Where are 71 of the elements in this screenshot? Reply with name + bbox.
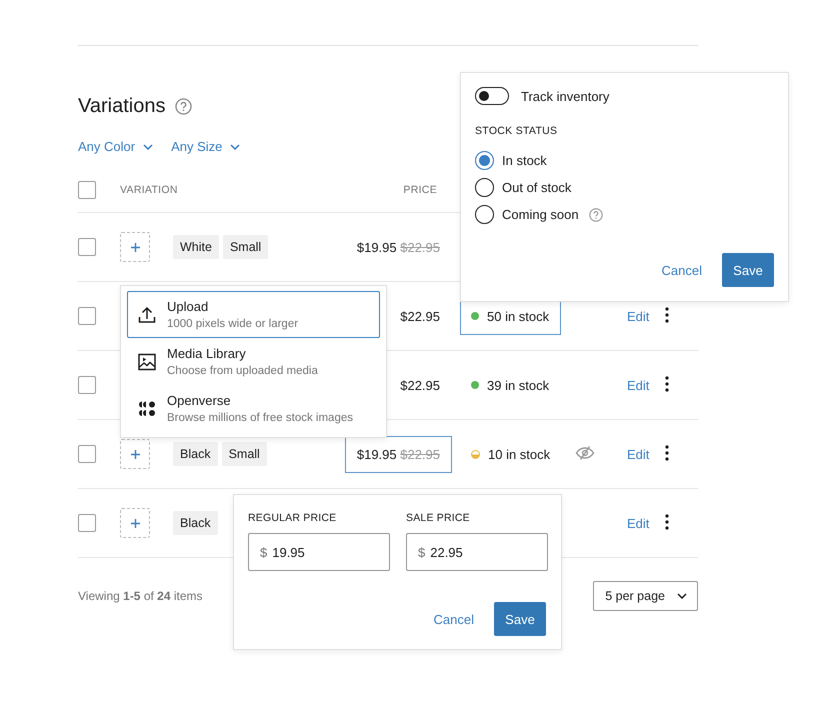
chevron-down-icon <box>143 144 154 150</box>
per-page-select[interactable]: 5 per page <box>593 581 698 611</box>
select-all-checkbox[interactable] <box>78 180 96 198</box>
menu-item-title: Upload <box>167 299 210 314</box>
price-field[interactable]: $22.95 <box>388 366 452 404</box>
openverse-icon <box>137 398 157 418</box>
eye-off-icon[interactable] <box>575 444 595 460</box>
stock-field[interactable]: 10 in stock <box>460 436 562 472</box>
price-field[interactable]: $22.95 <box>388 298 452 334</box>
plus-icon <box>130 518 140 528</box>
menu-item-description: Choose from uploaded media <box>167 365 318 377</box>
add-image-button[interactable] <box>120 508 150 538</box>
price-field[interactable]: $19.95 $22.95 <box>344 228 452 266</box>
chevron-down-icon <box>230 144 240 150</box>
edit-link[interactable]: Edit <box>615 516 650 530</box>
edit-link[interactable]: Edit <box>615 378 650 392</box>
upload-icon <box>137 304 157 324</box>
edit-link[interactable]: Edit <box>615 446 650 462</box>
menu-item[interactable]: Upload 1000 pixels wide or larger <box>127 291 380 338</box>
cancel-button[interactable]: Cancel <box>662 262 702 278</box>
more-options-icon[interactable] <box>665 514 669 530</box>
attribute-tag: White <box>173 235 219 259</box>
row-checkbox[interactable] <box>78 376 96 394</box>
plus-icon <box>130 450 140 458</box>
row-checkbox[interactable] <box>78 514 96 532</box>
more-options-icon[interactable] <box>665 444 669 460</box>
more-options-icon[interactable] <box>665 376 669 392</box>
attribute-tag: Black <box>173 511 218 535</box>
row-checkbox[interactable] <box>78 445 96 463</box>
menu-item[interactable]: Media Library Choose from uploaded media <box>127 338 380 385</box>
menu-item-title: Media Library <box>167 346 247 361</box>
save-button[interactable]: Save <box>722 253 774 287</box>
toggle-label: Track inventory <box>521 88 610 104</box>
row-checkbox[interactable] <box>78 307 96 325</box>
add-image-button[interactable] <box>120 232 150 262</box>
field-label: SALE PRICE <box>406 512 471 524</box>
section-heading: STOCK STATUS <box>475 125 558 137</box>
radio-button[interactable] <box>475 151 494 170</box>
radio-label: Coming soon <box>502 207 579 222</box>
menu-item[interactable]: Openverse Browse millions of free stock images <box>127 385 380 432</box>
price-input[interactable]: $ 19.95 <box>248 533 390 571</box>
price-input[interactable]: $ 22.95 <box>406 533 548 571</box>
radio-button[interactable] <box>475 178 494 197</box>
edit-link[interactable]: Edit <box>615 308 650 324</box>
image-icon <box>137 352 157 372</box>
radio-label: In stock <box>502 153 547 168</box>
filter-dropdown[interactable]: Any Size <box>171 139 240 154</box>
more-options-icon[interactable] <box>665 306 669 322</box>
attribute-tag: Black <box>173 442 218 466</box>
add-image-button[interactable] <box>120 439 150 469</box>
radio-button[interactable] <box>475 205 494 224</box>
filter-dropdown[interactable]: Any Color <box>78 139 154 154</box>
pagination-summary: Viewing 1-5 of 24 items <box>78 589 203 603</box>
radio-label: Out of stock <box>502 180 572 195</box>
menu-item-title: Openverse <box>167 393 232 408</box>
help-icon[interactable] <box>175 98 192 114</box>
stock-field[interactable]: 39 in stock <box>460 366 562 404</box>
save-button[interactable]: Save <box>494 602 546 636</box>
help-icon[interactable] <box>588 208 603 222</box>
track-inventory-toggle[interactable] <box>475 87 509 105</box>
attribute-tag: Small <box>222 235 268 259</box>
page-title: Variations <box>78 94 166 118</box>
cancel-button[interactable]: Cancel <box>434 612 474 626</box>
menu-item-description: Browse millions of free stock images <box>167 412 353 424</box>
menu-item-description: 1000 pixels wide or larger <box>167 318 298 330</box>
chevron-down-icon <box>677 593 687 599</box>
row-checkbox[interactable] <box>78 238 96 256</box>
plus-icon <box>130 242 140 252</box>
attribute-tag: Small <box>222 442 267 466</box>
column-header: PRICE <box>403 184 438 196</box>
field-label: REGULAR PRICE <box>248 512 338 524</box>
